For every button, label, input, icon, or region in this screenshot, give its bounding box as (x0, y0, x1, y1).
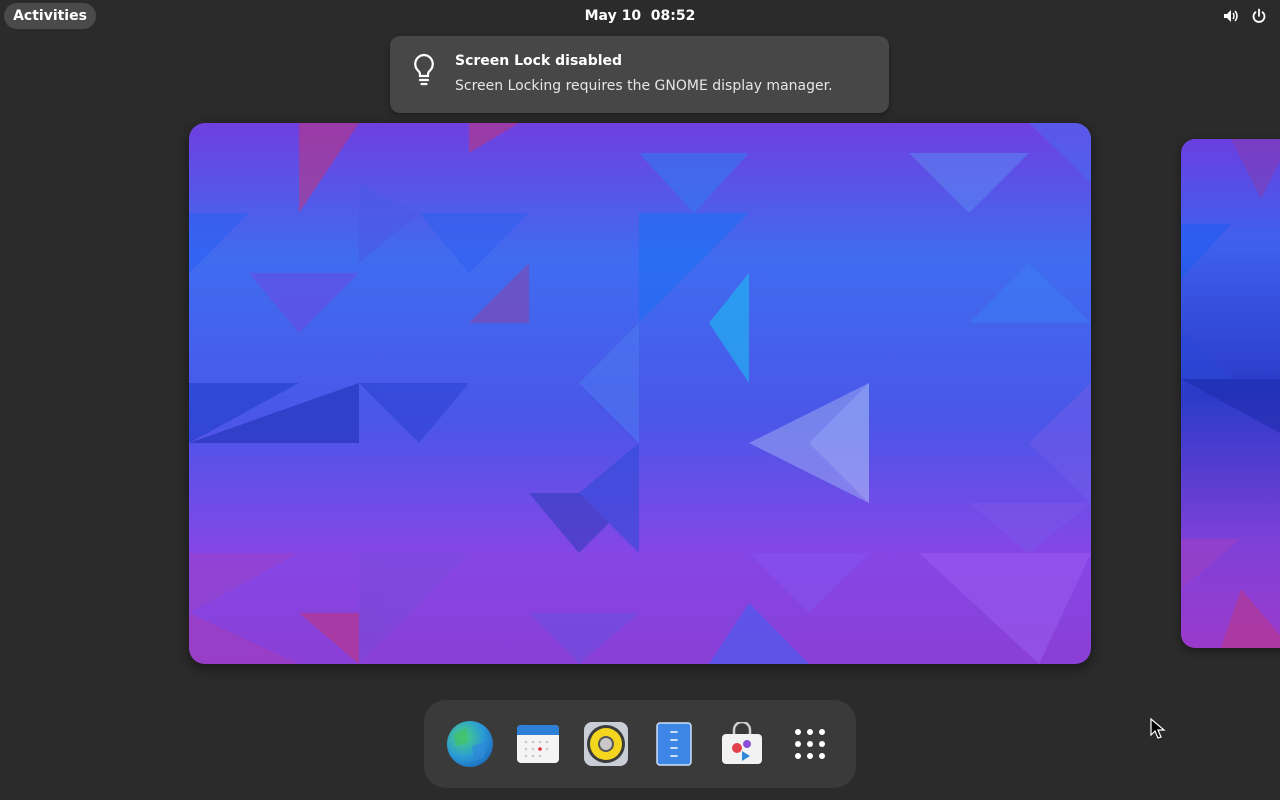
lightbulb-icon (410, 52, 438, 88)
calendar-icon (517, 725, 559, 763)
notification-title: Screen Lock disabled (455, 53, 623, 69)
dock-item-software[interactable] (718, 720, 766, 768)
show-apps-button[interactable] (786, 720, 834, 768)
dock-item-calendar[interactable] (514, 720, 562, 768)
software-store-icon (722, 722, 762, 764)
dock-item-web-browser[interactable] (446, 720, 494, 768)
dock-item-rhythmbox[interactable] (582, 720, 630, 768)
wallpaper (189, 123, 1091, 664)
dock-item-text-editor[interactable] (650, 720, 698, 768)
mouse-cursor-icon (1150, 717, 1166, 740)
system-status-area[interactable] (1222, 0, 1268, 32)
activities-button[interactable]: Activities (4, 3, 96, 29)
workspace-thumbnail-active[interactable] (189, 123, 1091, 664)
clock-date-time[interactable]: May 10 08:52 (540, 0, 740, 32)
volume-icon[interactable] (1222, 7, 1240, 25)
notification-banner[interactable]: Screen Lock disabled Screen Locking requ… (390, 36, 889, 113)
notification-body: Screen Locking requires the GNOME displa… (455, 78, 833, 94)
power-icon[interactable] (1250, 7, 1268, 25)
top-bar: Activities May 10 08:52 (0, 0, 1280, 32)
web-browser-icon (447, 721, 493, 767)
workspace-thumbnail-next[interactable] (1181, 139, 1280, 648)
dash-dock (424, 700, 856, 788)
wallpaper-next (1181, 139, 1280, 648)
text-editor-icon (656, 722, 692, 766)
show-apps-grid-icon (795, 729, 825, 759)
rhythmbox-speaker-icon (584, 722, 628, 766)
